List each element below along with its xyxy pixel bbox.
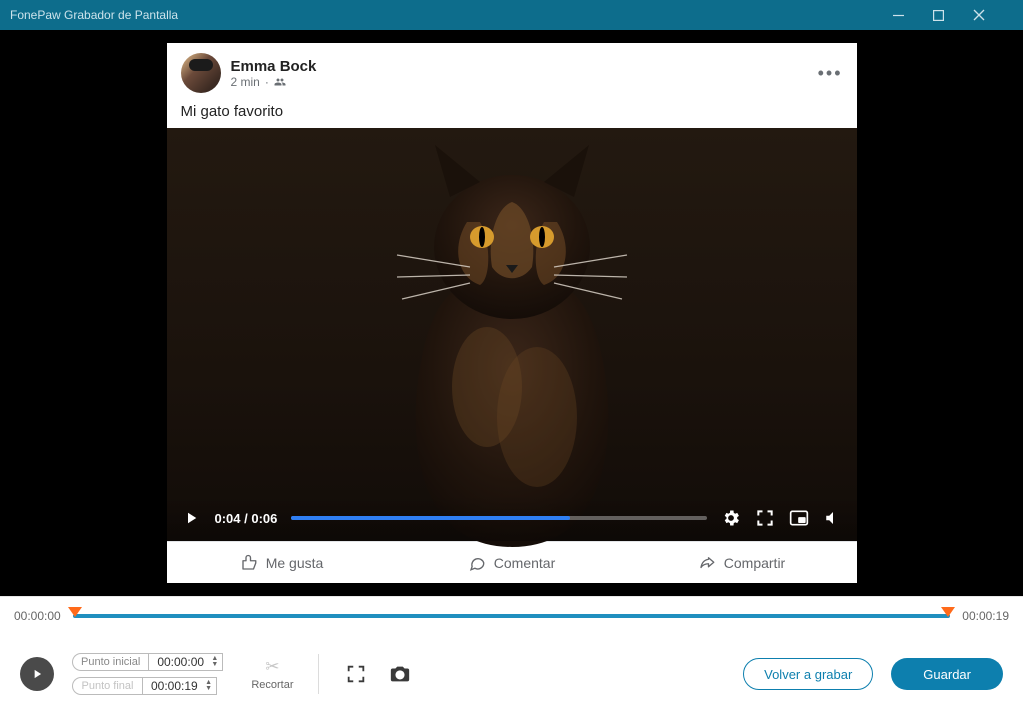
preview-area: Emma Bock 2 min · ••• Mi gato favorito	[0, 30, 1023, 596]
video-content	[352, 127, 672, 547]
video-controls: 0:04 / 0:06	[167, 495, 857, 541]
maximize-button[interactable]	[933, 10, 973, 21]
trim-start-value: 00:00:00	[157, 655, 204, 669]
post-author[interactable]: Emma Bock	[231, 58, 317, 75]
cut-label: Recortar	[251, 679, 293, 691]
comment-label: Comentar	[494, 555, 555, 571]
snapshot-button[interactable]	[387, 661, 413, 687]
comment-button[interactable]: Comentar	[397, 542, 627, 583]
cut-button[interactable]: ✂ Recortar	[251, 657, 293, 691]
volume-icon[interactable]	[823, 508, 843, 528]
trim-start-input[interactable]: 00:00:00 ▲▼	[148, 653, 223, 671]
video-player[interactable]: 0:04 / 0:06	[167, 128, 857, 541]
trim-end-label: Punto final	[72, 677, 142, 695]
title-bar: FonePaw Grabador de Pantalla	[0, 0, 1023, 30]
post-meta: 2 min ·	[231, 75, 317, 89]
post-age: 2 min	[231, 75, 260, 89]
gear-icon[interactable]	[721, 508, 741, 528]
scissors-icon: ✂	[251, 657, 293, 677]
like-label: Me gusta	[266, 555, 324, 571]
app-title: FonePaw Grabador de Pantalla	[10, 8, 893, 22]
pip-icon[interactable]	[789, 508, 809, 528]
trim-start-label: Punto inicial	[72, 653, 148, 671]
timeline-start: 00:00:00	[14, 609, 61, 623]
share-button[interactable]: Compartir	[627, 542, 857, 583]
video-time: 0:04 / 0:06	[215, 511, 278, 526]
like-button[interactable]: Me gusta	[167, 542, 397, 583]
avatar[interactable]	[181, 53, 221, 93]
minimize-button[interactable]	[893, 10, 933, 21]
expand-button[interactable]	[343, 661, 369, 687]
timeline-end: 00:00:19	[962, 609, 1009, 623]
close-button[interactable]	[973, 9, 1013, 21]
post-caption: Mi gato favorito	[167, 103, 857, 128]
trim-end-input[interactable]: 00:00:19 ▲▼	[142, 677, 217, 695]
trim-controls: Punto inicial 00:00:00 ▲▼ Punto final 00…	[72, 653, 223, 695]
trim-end-value: 00:00:19	[151, 679, 198, 693]
stepper[interactable]: ▲▼	[205, 680, 212, 692]
post-more-button[interactable]: •••	[818, 63, 843, 84]
play-icon[interactable]	[181, 508, 201, 528]
separator	[318, 654, 319, 694]
trim-handle-start[interactable]	[68, 607, 82, 617]
bottom-toolbar: Punto inicial 00:00:00 ▲▼ Punto final 00…	[0, 634, 1023, 714]
stepper[interactable]: ▲▼	[211, 656, 218, 668]
timeline: 00:00:00 00:00:19	[0, 596, 1023, 634]
save-label: Guardar	[923, 667, 971, 682]
friends-icon	[274, 76, 286, 88]
play-button[interactable]	[20, 657, 54, 691]
timeline-track[interactable]	[73, 614, 951, 618]
social-post: Emma Bock 2 min · ••• Mi gato favorito	[167, 43, 857, 583]
re-record-label: Volver a grabar	[764, 667, 852, 682]
re-record-button[interactable]: Volver a grabar	[743, 658, 873, 690]
trim-handle-end[interactable]	[941, 607, 955, 617]
post-actions: Me gusta Comentar Compartir	[167, 541, 857, 583]
video-progress[interactable]	[291, 516, 706, 520]
post-header: Emma Bock 2 min · •••	[167, 43, 857, 103]
save-button[interactable]: Guardar	[891, 658, 1003, 690]
share-label: Compartir	[724, 555, 785, 571]
fullscreen-icon[interactable]	[755, 508, 775, 528]
